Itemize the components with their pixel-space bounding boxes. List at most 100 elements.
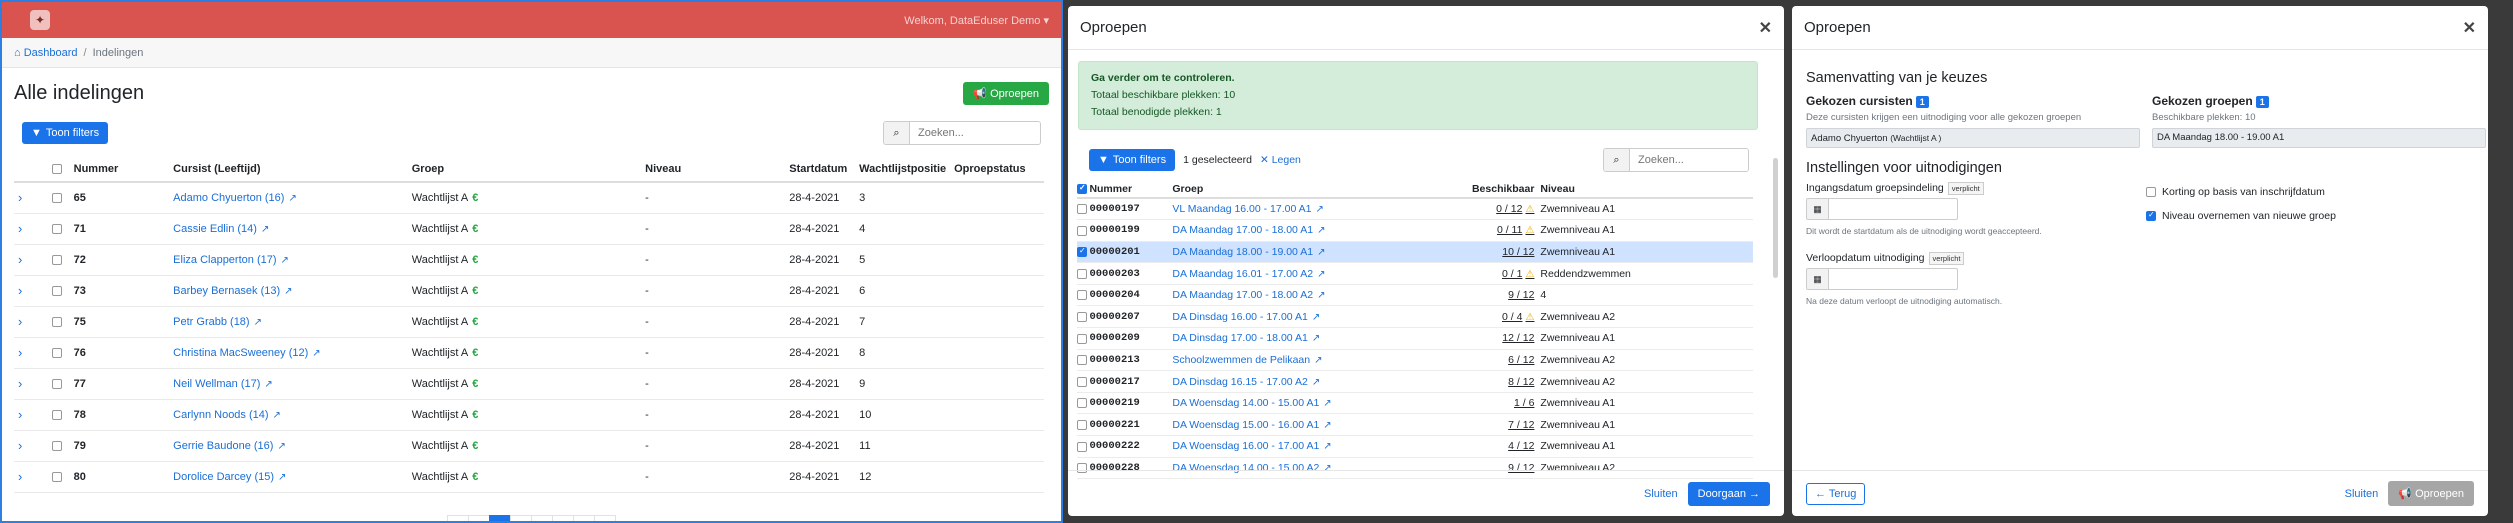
show-filters-button[interactable]: ▼ Toon filters <box>22 122 109 144</box>
submit-oproepen-button[interactable]: 📢 Oproepen <box>2388 481 2474 506</box>
row-checkbox[interactable] <box>1077 333 1087 344</box>
table-row[interactable]: 00000201DA Maandag 18.00 - 19.00 A1 ↗ 10 /… <box>1077 241 1753 264</box>
cursist-link[interactable]: Petr Grabb (18) <box>173 316 249 328</box>
cursist-link[interactable]: Dorolice Darcey (15) <box>173 471 274 483</box>
groep-link[interactable]: Schoolzwemmen de Pelikaan <box>1172 354 1310 366</box>
row-checkbox[interactable] <box>1077 398 1087 409</box>
close-link[interactable]: Sluiten <box>1644 488 1678 500</box>
external-link-icon[interactable]: ↗ <box>284 286 292 297</box>
external-link-icon[interactable]: ↗ <box>1312 377 1320 388</box>
oproepen-button[interactable]: 📢 Oproepen <box>963 81 1049 105</box>
external-link-icon[interactable]: ↗ <box>1317 269 1325 280</box>
expiry-date-input[interactable]: ▦ <box>1806 268 1958 290</box>
groep-link[interactable]: DA Maandag 18.00 - 19.00 A1 <box>1172 246 1313 258</box>
external-link-icon[interactable]: ↗ <box>278 472 286 483</box>
table-row[interactable]: › 73 Barbey Bernasek (13) ↗ Wachtlijst A € -28… <box>14 275 1044 307</box>
col-header[interactable]: Groep <box>1172 180 1468 199</box>
groep-link[interactable]: DA Maandag 17.00 - 18.00 A1 <box>1172 224 1313 236</box>
groep-link[interactable]: DA Dinsdag 16.00 - 17.00 A1 <box>1172 311 1307 323</box>
row-checkbox[interactable] <box>1077 290 1087 301</box>
chevron-right-icon[interactable]: › <box>14 314 22 329</box>
groep-link[interactable]: DA Maandag 16.01 - 17.00 A2 <box>1172 268 1313 280</box>
row-checkbox[interactable] <box>51 192 62 203</box>
chevron-right-icon[interactable]: › <box>14 438 22 453</box>
close-icon[interactable]: ✕ <box>2463 18 2476 38</box>
col-header[interactable]: Cursist (Leeftijd) <box>173 156 412 183</box>
col-header[interactable]: Oproepstatus <box>954 156 1044 183</box>
external-link-icon[interactable]: ↗ <box>1323 420 1331 431</box>
page-link[interactable]: 3 <box>530 514 553 521</box>
chevron-right-icon[interactable]: › <box>14 345 22 360</box>
table-row[interactable]: › 65 Adamo Chyuerton (16) ↗ Wachtlijst A € -28… <box>14 182 1044 214</box>
external-link-icon[interactable]: ↗ <box>281 255 289 266</box>
external-link-icon[interactable]: ↗ <box>1323 441 1331 452</box>
chevron-right-icon[interactable]: › <box>14 376 22 391</box>
external-link-icon[interactable]: ↗ <box>1317 290 1325 301</box>
table-row[interactable]: 00000204 DA Maandag 17.00 - 18.00 A2 ↗ 9 / … <box>1077 284 1753 307</box>
table-row[interactable]: 00000213 Schoolzwemmen de Pelikaan ↗ 6 / 12… <box>1077 349 1753 372</box>
col-header[interactable]: Groep <box>411 156 646 183</box>
page-link[interactable]: 1 <box>488 514 511 521</box>
start-date-input[interactable]: ▦ <box>1806 198 1958 220</box>
external-link-icon[interactable]: ↗ <box>261 224 269 235</box>
chevron-right-icon[interactable]: › <box>14 221 22 236</box>
page-link[interactable]: 4 <box>551 514 574 521</box>
row-checkbox[interactable] <box>1077 268 1087 279</box>
row-checkbox[interactable] <box>1077 204 1087 215</box>
col-header[interactable]: Wachtlijstpositie <box>859 156 955 183</box>
page-link[interactable]: » <box>593 514 616 521</box>
external-link-icon[interactable]: ↗ <box>264 379 272 390</box>
cursist-link[interactable]: Adamo Chyuerton (16) <box>173 192 284 204</box>
row-checkbox[interactable] <box>51 471 62 482</box>
continue-button[interactable]: Doorgaan → <box>1687 481 1770 506</box>
chevron-right-icon[interactable]: › <box>14 283 22 298</box>
external-link-icon[interactable]: ↗ <box>1317 225 1325 236</box>
external-link-icon[interactable]: ↗ <box>1312 312 1320 323</box>
table-row[interactable]: › 71 Cassie Edlin (14) ↗ Wachtlijst A € -28-4-… <box>14 213 1044 245</box>
discount-checkbox[interactable] <box>2146 187 2156 197</box>
level-checkbox-row[interactable]: Niveau overnemen van nieuwe groep <box>2146 210 2474 222</box>
table-scrollbar[interactable] <box>1773 158 1778 278</box>
table-row[interactable]: › 75 Petr Grabb (18) ↗ Wachtlijst A € -28-4-20… <box>14 306 1044 338</box>
cursist-link[interactable]: Barbey Bernasek (13) <box>173 285 280 297</box>
row-checkbox[interactable] <box>51 347 62 358</box>
table-row[interactable]: 00000222 DA Woensdag 16.00 - 17.00 A1 ↗ 4 /… <box>1077 435 1753 458</box>
select-all-checkbox[interactable] <box>51 163 62 174</box>
table-row[interactable]: › 79 Gerrie Baudone (16) ↗ Wachtlijst A € -28-… <box>14 430 1044 462</box>
row-checkbox[interactable] <box>51 440 62 451</box>
page-link[interactable]: ‹ <box>467 514 490 521</box>
col-header[interactable]: Beschikbaar <box>1467 180 1541 199</box>
groep-link[interactable]: DA Dinsdag 16.15 - 17.00 A2 <box>1172 376 1307 388</box>
row-checkbox[interactable] <box>1077 441 1087 452</box>
page-link[interactable]: « <box>446 514 469 521</box>
row-checkbox[interactable] <box>51 316 62 327</box>
table-row[interactable]: 00000217 DA Dinsdag 16.15 - 17.00 A2 ↗ 8 / … <box>1077 370 1753 393</box>
cursist-link[interactable]: Neil Wellman (17) <box>173 378 260 390</box>
external-link-icon[interactable]: ↗ <box>288 193 296 204</box>
page-link[interactable]: 2 <box>509 514 532 521</box>
search-input[interactable] <box>1630 149 1748 171</box>
external-link-icon[interactable]: ↗ <box>1317 247 1325 258</box>
app-logo-icon[interactable]: ✦ <box>30 10 50 30</box>
col-header[interactable]: Niveau <box>1540 180 1753 199</box>
close-link[interactable]: Sluiten <box>2345 488 2379 500</box>
col-header[interactable]: Niveau <box>645 156 790 183</box>
table-row[interactable]: 00000197 VL Maandag 16.00 - 17.00 A1 ↗ 0 / … <box>1077 198 1753 221</box>
discount-checkbox-row[interactable]: Korting op basis van inschrijfdatum <box>2146 186 2474 198</box>
breadcrumb-home[interactable]: ⌂ Dashboard <box>14 47 78 59</box>
table-row[interactable]: 00000221 DA Woensdag 15.00 - 16.00 A1 ↗ 7 /… <box>1077 413 1753 437</box>
chevron-right-icon[interactable]: › <box>14 407 22 422</box>
table-row[interactable]: › 72 Eliza Clapperton (17) ↗ Wachtlijst A € -2… <box>14 244 1044 276</box>
clear-selection-link[interactable]: ✕ Legen <box>1260 154 1301 166</box>
external-link-icon[interactable]: ↗ <box>277 441 285 452</box>
table-row[interactable]: 00000209 DA Dinsdag 17.00 - 18.00 A1 ↗ 12 /… <box>1077 327 1753 350</box>
table-row[interactable]: 00000199 DA Maandag 17.00 - 18.00 A1 ↗ 0 / … <box>1077 219 1753 242</box>
row-checkbox[interactable] <box>51 254 62 265</box>
close-icon[interactable]: ✕ <box>1759 18 1772 38</box>
table-row[interactable]: 00000219 DA Woensdag 14.00 - 15.00 A1 ↗ 1 /… <box>1077 392 1753 415</box>
groep-link[interactable]: DA Dinsdag 17.00 - 18.00 A1 <box>1172 332 1307 344</box>
level-checkbox[interactable] <box>2146 210 2156 221</box>
row-checkbox[interactable] <box>1077 355 1087 366</box>
table-row[interactable]: › 80 Dorolice Darcey (15) ↗ Wachtlijst A € -28… <box>14 461 1044 493</box>
table-row[interactable]: › 78 Carlynn Noods (14) ↗ Wachtlijst A € -28-4… <box>14 399 1044 431</box>
